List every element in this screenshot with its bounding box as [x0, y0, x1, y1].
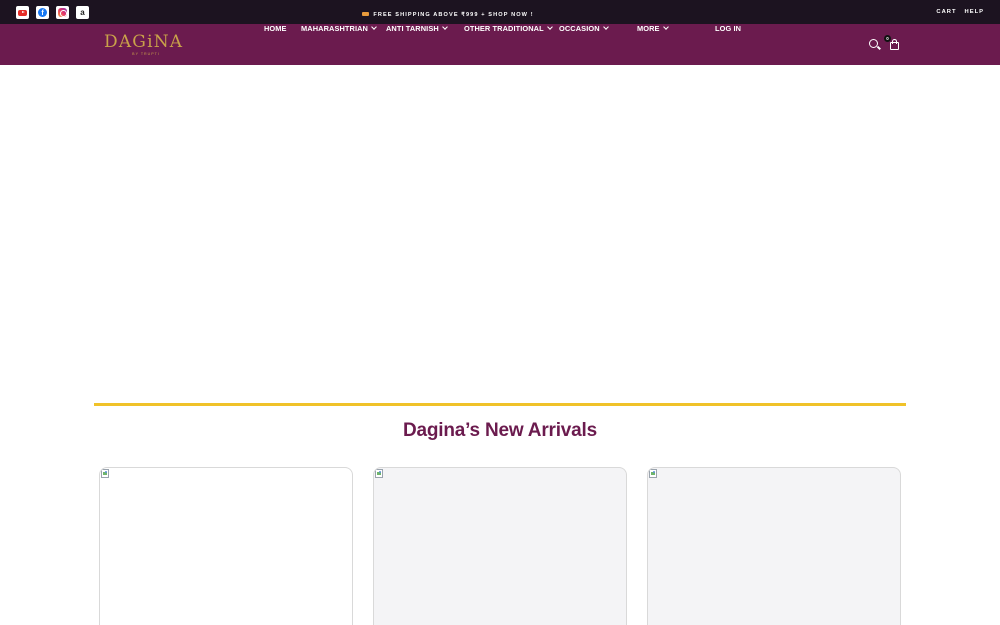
top-links: CART HELP: [936, 0, 984, 24]
help-link[interactable]: HELP: [965, 9, 984, 15]
chevron-down-icon: [371, 24, 377, 30]
cart-bag-icon[interactable]: [889, 39, 900, 51]
nav-occasion[interactable]: OCCASION: [559, 24, 609, 65]
nav-label: OTHER TRADITIONAL: [464, 24, 544, 33]
nav-anti-tarnish[interactable]: ANTI TARNISH: [386, 24, 448, 65]
chevron-down-icon: [602, 24, 609, 30]
facebook-icon[interactable]: f: [36, 6, 49, 19]
image-sun: [653, 470, 655, 473]
cart-link[interactable]: CART: [936, 9, 956, 15]
search-icon[interactable]: [869, 39, 880, 50]
nav-label: ANTI TARNISH: [386, 24, 439, 33]
promo-text: FREE SHIPPING ABOVE ₹999 + SHOP NOW !: [373, 12, 534, 18]
chevron-down-icon: [441, 24, 448, 30]
promo-link[interactable]: FREE SHIPPING ABOVE ₹999 + SHOP NOW !: [362, 12, 533, 18]
image-sun: [379, 470, 381, 473]
bag-body: [890, 42, 899, 50]
logo-wordmark: DAGiNA: [104, 32, 184, 52]
amazon-glyph: a: [80, 7, 85, 17]
chevron-down-icon: [546, 24, 553, 30]
image-sun: [105, 470, 107, 473]
nav-other-traditional[interactable]: OTHER TRADITIONAL: [464, 24, 553, 65]
product-card[interactable]: [99, 467, 353, 625]
nav-login[interactable]: LOG IN: [715, 24, 741, 65]
amazon-icon[interactable]: a: [76, 6, 89, 19]
broken-image-icon: [649, 469, 658, 479]
section-title: Dagina’s New Arrivals: [403, 420, 597, 441]
truck-icon: [362, 12, 370, 16]
product-card[interactable]: [373, 467, 627, 625]
brand-logo[interactable]: DAGiNA BY TRUPTI: [104, 32, 188, 58]
broken-image-icon: [101, 469, 110, 479]
social-links: f a: [16, 6, 89, 19]
youtube-play-icon: [18, 9, 27, 16]
promo-banner: FREE SHIPPING ABOVE ₹999 + SHOP NOW !: [0, 0, 1000, 24]
logo-tagline: BY TRUPTI: [132, 52, 160, 56]
nav-label: OCCASION: [559, 24, 600, 33]
nav-label: LOG IN: [715, 24, 742, 33]
nav-home[interactable]: HOME: [264, 24, 287, 65]
section-divider: [94, 403, 906, 406]
instagram-icon[interactable]: [56, 6, 69, 19]
facebook-glyph: f: [38, 8, 47, 17]
nav-label: MAHARASHTRIAN: [301, 24, 368, 33]
main-navigation: DAGiNA BY TRUPTI HOME MAHARASHTRIAN ANTI…: [0, 24, 1000, 65]
chevron-down-icon: [662, 24, 669, 30]
youtube-icon[interactable]: [16, 6, 29, 19]
nav-label: HOME: [264, 24, 287, 33]
announcement-bar: f a FREE SHIPPING ABOVE ₹999 + SHOP NOW …: [0, 0, 1000, 24]
nav-more[interactable]: MORE: [637, 24, 669, 65]
nav-maharashtrian[interactable]: MAHARASHTRIAN: [301, 24, 377, 65]
broken-image-icon: [375, 469, 384, 479]
cart-count-badge: 0: [884, 35, 891, 42]
product-card[interactable]: [647, 467, 901, 625]
instagram-glyph: [58, 8, 67, 17]
nav-label: MORE: [637, 24, 660, 33]
